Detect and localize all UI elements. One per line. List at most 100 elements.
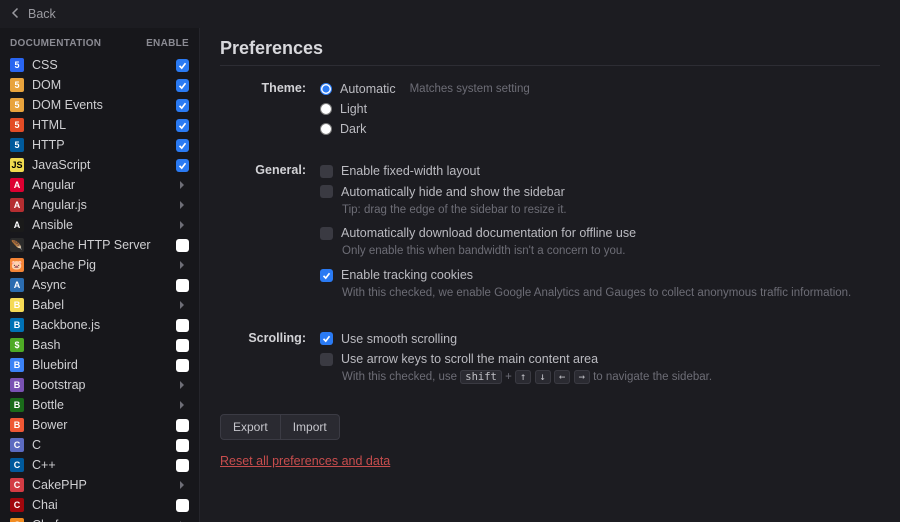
chevron-right-icon[interactable]: [175, 218, 189, 232]
sidebar-item[interactable]: BBower: [0, 415, 199, 435]
pref-option[interactable]: Use arrow keys to scroll the main conten…: [320, 350, 880, 368]
chevron-right-icon[interactable]: [175, 398, 189, 412]
doc-label: Bootstrap: [32, 378, 167, 392]
pref-checkbox[interactable]: [320, 269, 333, 282]
enable-checkbox[interactable]: [175, 318, 189, 332]
sidebar-item[interactable]: $Bash: [0, 335, 199, 355]
enable-checkbox[interactable]: [175, 458, 189, 472]
chevron-right-icon[interactable]: [175, 178, 189, 192]
doc-label: CSS: [32, 58, 167, 72]
enable-checkbox[interactable]: [175, 418, 189, 432]
kbd-key: shift: [460, 370, 502, 384]
doc-icon: C: [10, 518, 24, 522]
pref-option[interactable]: Automatically download documentation for…: [320, 224, 880, 242]
sidebar-item[interactable]: CC: [0, 435, 199, 455]
sidebar-item[interactable]: AAngular: [0, 175, 199, 195]
chevron-right-icon[interactable]: [175, 258, 189, 272]
sidebar-item[interactable]: 5HTML: [0, 115, 199, 135]
pref-option-label: Enable tracking cookies: [341, 266, 473, 284]
sidebar-item[interactable]: C C++: [0, 455, 199, 475]
enable-checkbox[interactable]: [175, 78, 189, 92]
chevron-right-icon[interactable]: [175, 378, 189, 392]
doc-icon: C: [10, 458, 24, 472]
enable-checkbox[interactable]: [175, 98, 189, 112]
sidebar-item[interactable]: 5DOM Events: [0, 95, 199, 115]
doc-icon: 🐷: [10, 258, 24, 272]
sidebar-item[interactable]: B Bootstrap: [0, 375, 199, 395]
sidebar-item[interactable]: AAnsible: [0, 215, 199, 235]
sidebar-item[interactable]: 🪶Apache HTTP Server: [0, 235, 199, 255]
sidebar-item[interactable]: BBottle: [0, 395, 199, 415]
sidebar-item[interactable]: CCakePHP: [0, 475, 199, 495]
doc-label: JavaScript: [32, 158, 167, 172]
sidebar-item[interactable]: AAngular.js: [0, 195, 199, 215]
arrow-left-icon: [10, 7, 22, 22]
theme-radio[interactable]: [320, 123, 332, 135]
enable-checkbox[interactable]: [175, 278, 189, 292]
documentation-list[interactable]: 5CSS5DOM5DOM Events5HTML5HTTP JS JavaScrip…: [0, 55, 199, 522]
sidebar-item[interactable]: BBabel: [0, 295, 199, 315]
pref-option[interactable]: Use smooth scrolling: [320, 330, 880, 348]
doc-label: Bluebird: [32, 358, 167, 372]
sidebar-item[interactable]: JS JavaScript: [0, 155, 199, 175]
theme-option-label: Dark: [340, 120, 366, 138]
pref-option-label: Enable fixed-width layout: [341, 162, 480, 180]
sidebar-item[interactable]: CChef: [0, 515, 199, 522]
pref-checkbox[interactable]: [320, 353, 333, 366]
reset-link[interactable]: Reset all preferences and data: [220, 454, 390, 468]
theme-radio[interactable]: [320, 83, 332, 95]
enable-checkbox[interactable]: [175, 158, 189, 172]
doc-label: Chai: [32, 498, 167, 512]
sidebar-item[interactable]: CChai: [0, 495, 199, 515]
sidebar: DOCUMENTATION ENABLE 5CSS5DOM5DOM Events…: [0, 28, 200, 522]
doc-label: Bower: [32, 418, 167, 432]
section-label-theme: Theme:: [220, 80, 320, 140]
doc-icon: C: [10, 438, 24, 452]
theme-option-hint: Matches system setting: [410, 81, 530, 98]
theme-option[interactable]: Light: [320, 100, 880, 118]
enable-checkbox[interactable]: [175, 438, 189, 452]
doc-icon: JS: [10, 158, 24, 172]
pref-checkbox[interactable]: [320, 227, 333, 240]
enable-checkbox[interactable]: [175, 498, 189, 512]
theme-option[interactable]: AutomaticMatches system setting: [320, 80, 880, 98]
sidebar-item[interactable]: BBackbone.js: [0, 315, 199, 335]
enable-checkbox[interactable]: [175, 118, 189, 132]
pref-option[interactable]: Automatically hide and show the sidebar: [320, 183, 880, 201]
page-title: Preferences: [220, 38, 880, 66]
back-button[interactable]: Back: [10, 7, 56, 22]
doc-icon: B: [10, 378, 24, 392]
doc-label: C++: [32, 458, 167, 472]
pref-checkbox[interactable]: [320, 165, 333, 178]
sidebar-item[interactable]: 5DOM: [0, 75, 199, 95]
sidebar-item[interactable]: 5HTTP: [0, 135, 199, 155]
chevron-right-icon[interactable]: [175, 298, 189, 312]
import-button[interactable]: Import: [281, 414, 340, 440]
pref-option-hint: With this checked, use shift + ↑ ↓ ← → t…: [342, 369, 880, 386]
enable-checkbox[interactable]: [175, 338, 189, 352]
enable-checkbox[interactable]: [175, 58, 189, 72]
doc-icon: B: [10, 358, 24, 372]
pref-option-label: Use arrow keys to scroll the main conten…: [341, 350, 598, 368]
pref-checkbox[interactable]: [320, 185, 333, 198]
pref-option[interactable]: Enable tracking cookies: [320, 266, 880, 284]
chevron-right-icon[interactable]: [175, 478, 189, 492]
sidebar-item[interactable]: 5CSS: [0, 55, 199, 75]
sidebar-item[interactable]: AAsync: [0, 275, 199, 295]
doc-label: Bash: [32, 338, 167, 352]
pref-option-hint: Tip: drag the edge of the sidebar to res…: [342, 202, 880, 219]
sidebar-item[interactable]: B Bluebird: [0, 355, 199, 375]
sidebar-item[interactable]: 🐷Apache Pig: [0, 255, 199, 275]
pref-option[interactable]: Enable fixed-width layout: [320, 162, 880, 180]
kbd-key: →: [574, 370, 590, 384]
enable-checkbox[interactable]: [175, 238, 189, 252]
enable-checkbox[interactable]: [175, 358, 189, 372]
pref-checkbox[interactable]: [320, 332, 333, 345]
theme-option[interactable]: Dark: [320, 120, 880, 138]
chevron-right-icon[interactable]: [175, 518, 189, 522]
export-button[interactable]: Export: [220, 414, 281, 440]
doc-icon: A: [10, 218, 24, 232]
chevron-right-icon[interactable]: [175, 198, 189, 212]
theme-radio[interactable]: [320, 103, 332, 115]
enable-checkbox[interactable]: [175, 138, 189, 152]
